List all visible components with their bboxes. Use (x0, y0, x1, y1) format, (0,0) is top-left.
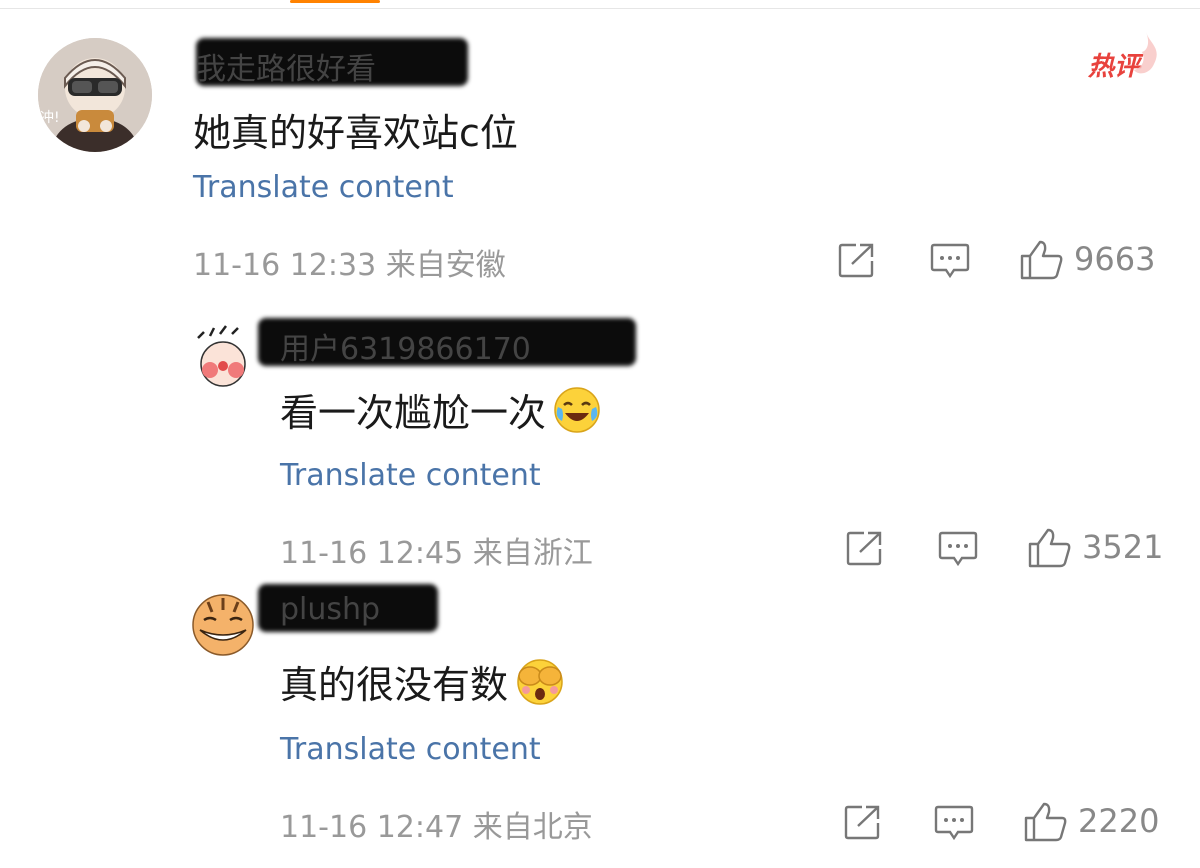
tiger-grin-avatar-icon (190, 592, 256, 658)
avatar[interactable]: 冲! (38, 38, 152, 152)
like-button[interactable]: 9663 (1020, 238, 1155, 280)
like-button[interactable]: 3521 (1028, 526, 1163, 568)
thumbs-up-icon (1020, 240, 1063, 280)
reply-button[interactable] (938, 530, 978, 568)
username[interactable]: plushp (280, 592, 380, 627)
reply-button[interactable] (934, 804, 974, 842)
share-icon (838, 243, 874, 278)
top-divider (0, 8, 1200, 9)
thumbs-up-icon (1028, 528, 1071, 568)
flame-icon (1134, 32, 1157, 74)
comment-text: 看一次尴尬一次 (280, 382, 602, 437)
laugh-cry-icon (554, 386, 600, 433)
like-count: 9663 (1074, 240, 1156, 278)
active-tab-indicator (290, 0, 380, 3)
comment-meta: 11-16 12:47 来自北京 (280, 802, 593, 846)
share-button[interactable] (844, 804, 882, 840)
comment-text: 真的很没有数 (280, 654, 566, 709)
svg-text:冲!: 冲! (40, 110, 60, 126)
username[interactable]: 用户6319866170 (280, 324, 531, 368)
like-button[interactable]: 2220 (1024, 800, 1159, 842)
avatar[interactable] (190, 592, 256, 658)
comment-text-content: 看一次尴尬一次 (280, 391, 547, 435)
avatar[interactable] (190, 322, 256, 388)
cover-eyes-icon (517, 658, 563, 705)
cartoon-blush-avatar-icon (190, 322, 256, 388)
timestamp: 11-16 12:45 (280, 536, 464, 571)
translate-link[interactable]: Translate content (280, 458, 541, 493)
thumbs-up-icon (1024, 802, 1067, 842)
share-button[interactable] (846, 530, 884, 566)
share-icon (844, 805, 880, 840)
location: 来自浙江 (472, 536, 593, 571)
location: 来自安徽 (385, 248, 506, 283)
translate-link[interactable]: Translate content (280, 732, 541, 767)
timestamp: 11-16 12:33 (193, 248, 377, 283)
comment-icon (934, 805, 974, 841)
share-icon (846, 531, 882, 566)
like-count: 2220 (1078, 802, 1160, 840)
comment-icon (930, 243, 970, 279)
comment-icon (938, 531, 978, 567)
comment-text: 她真的好喜欢站c位 (193, 111, 518, 155)
location: 来自北京 (472, 810, 593, 845)
share-button[interactable] (838, 242, 876, 278)
helmet-rider-avatar-icon: 冲! (38, 38, 152, 152)
like-count: 3521 (1082, 528, 1164, 566)
translate-link[interactable]: Translate content (193, 170, 454, 205)
username[interactable]: 我走路很好看 (196, 44, 376, 88)
comment-meta: 11-16 12:33 来自安徽 (193, 240, 506, 284)
reply-button[interactable] (930, 242, 970, 280)
timestamp: 11-16 12:47 (280, 810, 464, 845)
comment-meta: 11-16 12:45 来自浙江 (280, 528, 593, 572)
comment-text-content: 真的很没有数 (280, 663, 509, 707)
